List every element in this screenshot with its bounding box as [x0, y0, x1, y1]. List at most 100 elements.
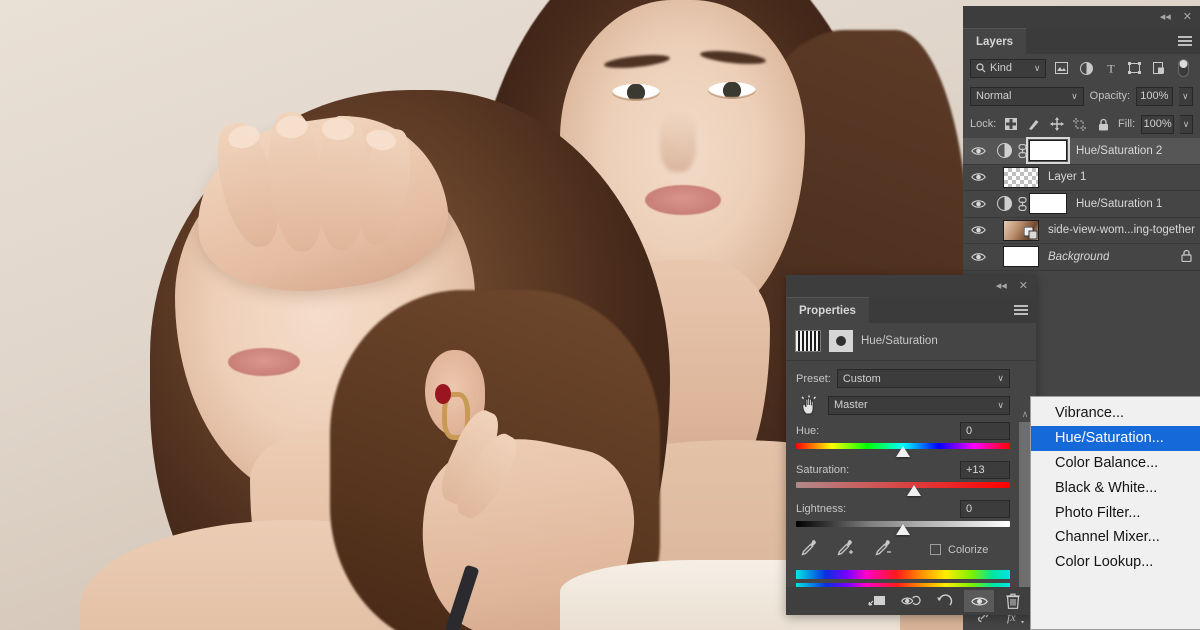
menu-item-black-and-white[interactable]: Black & White... — [1031, 475, 1200, 500]
chevron-down-icon[interactable]: ∨ — [1065, 91, 1078, 102]
opacity-input[interactable]: 100% — [1136, 86, 1173, 106]
fill-chevron-down-icon[interactable]: ∨ — [1180, 114, 1193, 134]
saturation-slider-track[interactable] — [796, 482, 1010, 496]
menu-item-color-lookup[interactable]: Color Lookup... — [1031, 550, 1200, 575]
reset-icon[interactable] — [930, 590, 960, 612]
adjustment-properties-icon[interactable] — [795, 330, 821, 352]
fill-label: Fill: — [1118, 118, 1136, 130]
menu-item-hue-saturation[interactable]: Hue/Saturation... — [1031, 425, 1200, 451]
layer-row-side-view-photo[interactable]: side-view-wom...ing-together — [963, 218, 1200, 244]
hue-slider-knob[interactable] — [896, 446, 910, 457]
layer-thumbnail[interactable] — [1003, 246, 1039, 268]
shape-layer-filter-icon[interactable] — [1126, 58, 1144, 78]
hue-value: 0 — [966, 425, 973, 437]
delete-adjustment-icon[interactable] — [998, 590, 1028, 612]
lightness-slider-knob[interactable] — [896, 524, 910, 535]
adjustment-layer-filter-icon[interactable] — [1077, 58, 1095, 78]
toggle-previous-state-icon[interactable] — [896, 590, 926, 612]
close-icon[interactable]: ✕ — [1019, 280, 1028, 292]
layer-visibility-toggle[interactable] — [963, 252, 993, 262]
menu-item-vibrance[interactable]: Vibrance... — [1031, 401, 1200, 426]
filter-toggle-switch[interactable] — [1175, 58, 1193, 78]
eyedropper-icon[interactable] — [800, 539, 818, 560]
adjustment-layer-thumbnail[interactable] — [993, 143, 1015, 159]
channel-value: Master — [834, 399, 868, 411]
photo-red-nail — [435, 384, 451, 404]
layer-visibility-toggle[interactable] — [963, 172, 993, 182]
mask-link-icon[interactable] — [1015, 196, 1029, 211]
clip-to-layer-icon[interactable] — [862, 590, 892, 612]
lock-image-pixels-icon[interactable] — [1025, 114, 1042, 134]
masks-properties-icon[interactable] — [829, 330, 853, 352]
lightness-slider-track[interactable] — [796, 521, 1010, 535]
preset-select[interactable]: Custom ∨ — [836, 369, 1010, 388]
fill-input[interactable]: 100% — [1141, 114, 1174, 134]
layer-row-hue-saturation-2[interactable]: Hue/Saturation 2 — [963, 137, 1200, 165]
smart-object-filter-icon[interactable] — [1150, 58, 1168, 78]
hue-slider-block: Hue: 0 — [796, 422, 1010, 457]
type-layer-filter-icon[interactable]: T — [1101, 58, 1119, 78]
lightness-input[interactable]: 0 — [960, 500, 1010, 518]
mask-link-icon[interactable] — [1015, 143, 1029, 158]
close-icon[interactable]: ✕ — [1183, 11, 1192, 23]
toggle-layer-visibility-icon[interactable] — [964, 590, 994, 612]
layer-visibility-toggle[interactable] — [963, 146, 993, 156]
layer-name[interactable]: Layer 1 — [1048, 171, 1086, 183]
properties-header: Hue/Saturation — [786, 323, 1036, 361]
menu-item-color-balance[interactable]: Color Balance... — [1031, 451, 1200, 476]
layer-name[interactable]: side-view-wom...ing-together — [1048, 224, 1195, 236]
layer-kind-filter[interactable]: Kind ∨ — [970, 58, 1047, 78]
eyedropper-add-icon[interactable] — [836, 539, 856, 560]
layer-row-hue-saturation-1[interactable]: Hue/Saturation 1 — [963, 191, 1200, 218]
hamburger-menu-icon[interactable] — [1178, 36, 1192, 46]
smart-object-thumbnail[interactable] — [1003, 219, 1039, 241]
collapse-icon[interactable]: ◂◂ — [1160, 11, 1171, 23]
colorize-control[interactable]: Colorize — [930, 544, 988, 556]
saturation-value: +13 — [966, 464, 985, 476]
properties-content: ∧ ∨ Preset: Custom ∨ Master ∨ Hue: 0 — [786, 361, 1036, 630]
saturation-slider-knob[interactable] — [906, 485, 921, 496]
eyedropper-subtract-icon[interactable] — [874, 539, 894, 560]
hue-slider-track[interactable] — [796, 443, 1010, 457]
adjustment-layer-thumbnail[interactable] — [993, 196, 1015, 212]
layer-name[interactable]: Background — [1048, 251, 1109, 263]
saturation-input[interactable]: +13 — [960, 461, 1010, 479]
menu-item-photo-filter[interactable]: Photo Filter... — [1031, 500, 1200, 525]
properties-panel-footer — [786, 587, 1036, 615]
layer-row-background[interactable]: Background — [963, 244, 1200, 271]
menu-item-channel-mixer[interactable]: Channel Mixer... — [1031, 525, 1200, 550]
channel-select[interactable]: Master ∨ — [828, 395, 1010, 415]
photo-back-woman-eye-right — [708, 82, 756, 99]
hue-input[interactable]: 0 — [960, 422, 1010, 440]
chevron-down-icon[interactable]: ∨ — [991, 400, 1004, 411]
lock-all-icon[interactable] — [1095, 114, 1112, 134]
opacity-chevron-down-icon[interactable]: ∨ — [1178, 86, 1193, 106]
properties-title: Hue/Saturation — [861, 335, 938, 347]
layer-name[interactable]: Hue/Saturation 2 — [1076, 145, 1162, 157]
hamburger-menu-icon[interactable] — [1014, 305, 1028, 315]
adjustment-layer-menu[interactable]: Vibrance... Hue/Saturation... Color Bala… — [1030, 396, 1200, 630]
lock-transparent-pixels-icon[interactable] — [1002, 114, 1019, 134]
layer-visibility-toggle[interactable] — [963, 225, 993, 235]
layer-mask-thumbnail[interactable] — [1026, 137, 1070, 165]
layer-mask-thumbnail[interactable] — [1029, 193, 1067, 215]
layer-thumbnail[interactable] — [1003, 166, 1039, 188]
pixel-layer-filter-icon[interactable] — [1052, 58, 1070, 78]
targeted-adjustment-hand-icon[interactable] — [796, 395, 822, 415]
lock-artboard-nesting-icon[interactable] — [1072, 114, 1089, 134]
tab-properties[interactable]: Properties — [786, 297, 869, 323]
lightness-slider-head: Lightness: 0 — [796, 500, 1010, 518]
blend-mode-select[interactable]: Normal ∨ — [970, 86, 1084, 106]
colorize-checkbox[interactable] — [930, 544, 941, 555]
layer-name[interactable]: Hue/Saturation 1 — [1076, 198, 1162, 210]
chevron-down-icon[interactable]: ∨ — [1028, 63, 1041, 74]
layer-filter-row: Kind ∨ T — [963, 54, 1200, 82]
tab-layers[interactable]: Layers — [963, 28, 1027, 54]
layer-row-layer-1[interactable]: Layer 1 — [963, 165, 1200, 191]
chevron-down-icon[interactable]: ∨ — [991, 373, 1004, 384]
properties-panel[interactable]: ◂◂ ✕ Properties Hue/Saturation ∧ ∨ Prese… — [786, 275, 1036, 630]
layer-list[interactable]: Hue/Saturation 2 Layer 1 Hue/Saturation … — [963, 137, 1200, 271]
lock-position-icon[interactable] — [1049, 114, 1066, 134]
collapse-icon[interactable]: ◂◂ — [996, 280, 1007, 292]
layer-visibility-toggle[interactable] — [963, 199, 993, 209]
